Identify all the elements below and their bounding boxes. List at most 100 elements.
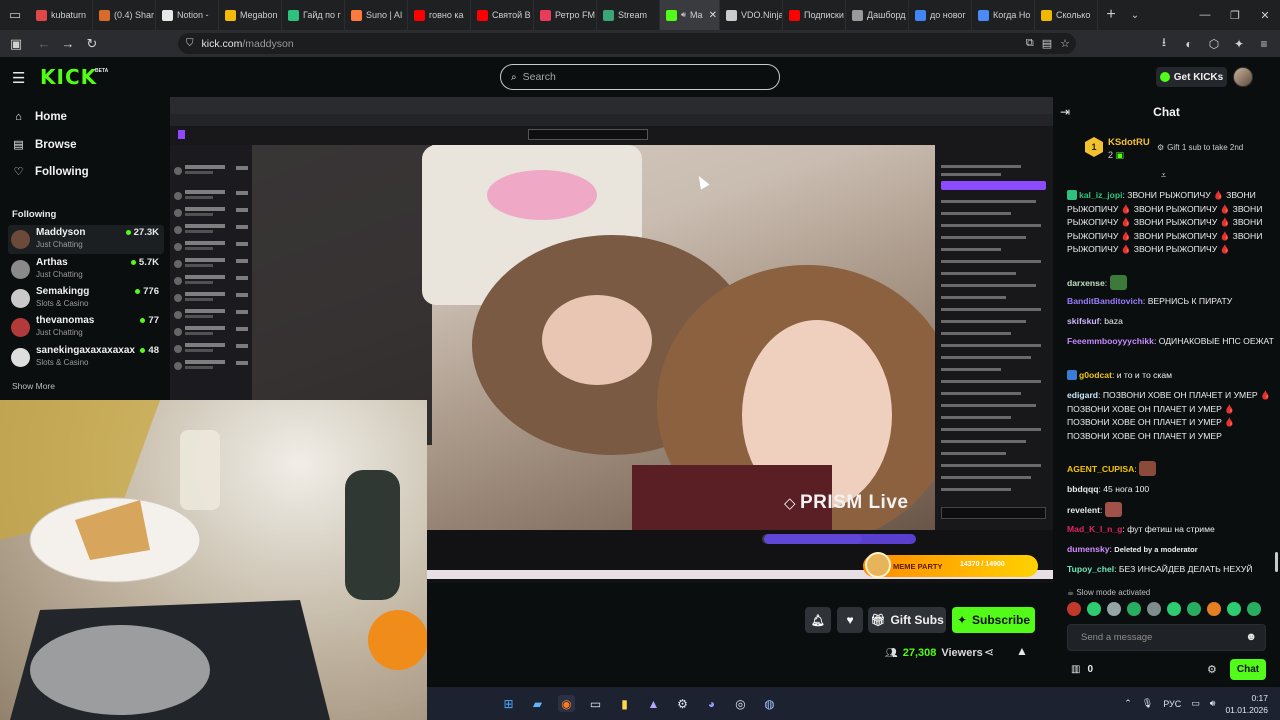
browser-tab[interactable]: VDO.Ninja bbox=[720, 0, 783, 30]
emote-icon[interactable] bbox=[1207, 602, 1221, 616]
chat-username[interactable]: darxense bbox=[1067, 278, 1105, 288]
firefox-icon[interactable]: ◉ bbox=[558, 695, 575, 712]
chat-message-input[interactable]: Send a message ☻ bbox=[1067, 624, 1266, 651]
input-language[interactable]: РУС bbox=[1163, 699, 1181, 709]
chat-username[interactable]: revelent bbox=[1067, 505, 1100, 515]
bookmark-star-icon[interactable]: ☆ bbox=[1060, 37, 1070, 50]
browser-tab[interactable]: (0.4) Shar bbox=[93, 0, 156, 30]
browser-tab[interactable]: Когда Но bbox=[972, 0, 1035, 30]
browser-tab[interactable]: Святой В bbox=[471, 0, 534, 30]
chat-username[interactable]: Tupoy_chel bbox=[1067, 564, 1114, 574]
chat-send-button[interactable]: Chat bbox=[1230, 659, 1266, 680]
minimize-icon[interactable]: — bbox=[1190, 0, 1220, 30]
report-icon[interactable]: ▲ bbox=[1016, 644, 1028, 658]
chat-username[interactable]: Mad_K_I_n_g bbox=[1067, 524, 1122, 534]
chat-username[interactable]: bbdqqq bbox=[1067, 484, 1099, 494]
maximize-icon[interactable]: ❐ bbox=[1220, 0, 1250, 30]
emote-icon[interactable] bbox=[1247, 602, 1261, 616]
chat-username[interactable]: g0odcat bbox=[1079, 370, 1112, 380]
site-info-icon[interactable]: ⛉ bbox=[186, 38, 194, 49]
emote-icon[interactable] bbox=[1167, 602, 1181, 616]
chat-username[interactable]: dumensky bbox=[1067, 544, 1110, 554]
clock[interactable]: 0:17 01.01.2026 bbox=[1225, 692, 1268, 716]
chat-scrollbar[interactable] bbox=[1275, 552, 1278, 572]
emote-icon[interactable] bbox=[1187, 602, 1201, 616]
get-kicks-button[interactable]: Get KICKs bbox=[1156, 67, 1227, 87]
followed-channel-semakingg[interactable]: Semakingg Slots & Casino 776 bbox=[8, 284, 164, 313]
chat-username[interactable]: skifskuf bbox=[1067, 316, 1099, 326]
chat-username[interactable]: Feeemmbooyyychikk bbox=[1067, 336, 1154, 346]
monitor-icon[interactable]: ▭ bbox=[1191, 698, 1200, 709]
tab-actions-icon[interactable]: ▭ bbox=[0, 0, 30, 30]
subscribe-button[interactable]: ✦ Subscribe bbox=[952, 607, 1035, 633]
chat-username[interactable]: AGENT_CUPISA bbox=[1067, 464, 1134, 474]
search-input[interactable]: ⌕ Search bbox=[500, 64, 780, 90]
nav-following[interactable]: ♡ Following bbox=[12, 165, 89, 179]
obs-icon[interactable]: ◎ bbox=[732, 695, 749, 712]
gift-subs-button[interactable]: 🎁︎ Gift Subs bbox=[868, 607, 946, 633]
url-bar[interactable]: ⛉ kick.com/maddyson ⧉ ▤ ☆ bbox=[178, 33, 1076, 54]
browser-tab[interactable]: kubaturn bbox=[30, 0, 93, 30]
app-yellow-icon[interactable]: ▮ bbox=[616, 695, 633, 712]
windows-start-icon[interactable]: ⊞ bbox=[500, 695, 517, 712]
downloads-icon[interactable]: ⭳ bbox=[1152, 30, 1176, 57]
kick-logo[interactable]: KICK bbox=[40, 65, 97, 89]
tray-overflow-icon[interactable]: ⌃ bbox=[1124, 698, 1132, 709]
forward-icon[interactable]: → bbox=[56, 32, 80, 56]
gift-cta[interactable]: ⚙ Gift 1 sub to take 2nd bbox=[1157, 143, 1243, 152]
followed-channel-sanekingaxaxaxaxax[interactable]: sanekingaxaxaxaxax Slots & Casino 48 bbox=[8, 343, 164, 372]
tab-list-dropdown-icon[interactable]: ⌄ bbox=[1124, 10, 1146, 21]
close-window-icon[interactable]: ✕ bbox=[1250, 0, 1280, 30]
steam-icon[interactable]: ◍ bbox=[761, 695, 778, 712]
browser-tab[interactable]: говно ка bbox=[408, 0, 471, 30]
microphone-icon[interactable]: 🎙︎ bbox=[1142, 698, 1153, 709]
browser-tab[interactable]: Ретро FM bbox=[534, 0, 597, 30]
kicks-balance[interactable]: ▥ 0 bbox=[1071, 664, 1093, 675]
browser-tab[interactable]: Stream bbox=[597, 0, 660, 30]
followed-channel-maddyson[interactable]: Maddyson Just Chatting 27.3K bbox=[8, 225, 164, 254]
browser-tab[interactable]: Notion - bbox=[156, 0, 219, 30]
chat-username[interactable]: edigard bbox=[1067, 390, 1098, 400]
tab-close-icon[interactable]: ✕ bbox=[709, 10, 717, 21]
chat-settings-icon[interactable]: ⚙ bbox=[1207, 663, 1217, 676]
vpn-icon[interactable]: ◐ bbox=[1177, 30, 1201, 57]
extensions-icon[interactable]: ⬡ bbox=[1202, 30, 1226, 57]
screenshot-icon[interactable]: ⧉ bbox=[1026, 37, 1034, 50]
followed-channel-arthas[interactable]: Arthas Just Chatting 5.7K bbox=[8, 255, 164, 284]
browser-tab[interactable]: Подписки bbox=[783, 0, 846, 30]
ai-extension-icon[interactable]: ✦ bbox=[1227, 30, 1251, 57]
chat-username[interactable]: kal_iz_jopi bbox=[1079, 190, 1122, 200]
reader-view-icon[interactable]: ▤ bbox=[1042, 37, 1052, 50]
emote-icon[interactable] bbox=[1147, 602, 1161, 616]
browser-tab[interactable]: 🔊︎ Ma ✕ bbox=[660, 0, 720, 30]
browser-tab[interactable]: Suno | AI bbox=[345, 0, 408, 30]
new-tab-button[interactable]: + bbox=[1098, 0, 1124, 30]
browser-tab[interactable]: Сколько bbox=[1035, 0, 1098, 30]
discord-icon[interactable]: ◕ bbox=[703, 695, 720, 712]
user-avatar[interactable] bbox=[1233, 67, 1253, 87]
back-icon[interactable]: ← bbox=[32, 32, 56, 56]
reload-icon[interactable]: ↻ bbox=[80, 32, 104, 56]
emote-icon[interactable] bbox=[1107, 602, 1121, 616]
emote-icon[interactable] bbox=[1067, 602, 1081, 616]
emote-icon[interactable] bbox=[1127, 602, 1141, 616]
share-icon[interactable]: ⋖ bbox=[984, 645, 994, 659]
app-triangle-icon[interactable]: ▲ bbox=[645, 695, 662, 712]
emote-icon[interactable] bbox=[1087, 602, 1101, 616]
emote-icon[interactable] bbox=[1227, 602, 1241, 616]
follow-heart-button[interactable]: ♥ bbox=[837, 607, 863, 633]
browser-tab[interactable]: Дашборд bbox=[846, 0, 909, 30]
chat-username[interactable]: BanditBanditovich bbox=[1067, 296, 1143, 306]
browser-menu-icon[interactable]: ≡ bbox=[1252, 30, 1276, 57]
volume-icon[interactable]: 🔊︎ bbox=[1210, 698, 1216, 709]
file-explorer-icon[interactable]: ▰ bbox=[529, 695, 546, 712]
emoji-picker-icon[interactable]: ☻ bbox=[1245, 631, 1257, 643]
top-gifter-banner[interactable]: 1 KSdotRU 2 ▣ ⚙ Gift 1 sub to take 2nd bbox=[1085, 133, 1275, 165]
show-more-link[interactable]: Show More bbox=[12, 381, 55, 391]
followed-channel-thevanomas[interactable]: thevanomas Just Chatting 77 bbox=[8, 313, 164, 342]
nav-browse[interactable]: ▤ Browse bbox=[12, 138, 76, 152]
terminal-icon[interactable]: ▭ bbox=[587, 695, 604, 712]
nav-home[interactable]: ⌂ Home bbox=[12, 111, 67, 123]
browser-tab[interactable]: до новог bbox=[909, 0, 972, 30]
browser-tab[interactable]: Гайд по г bbox=[282, 0, 345, 30]
